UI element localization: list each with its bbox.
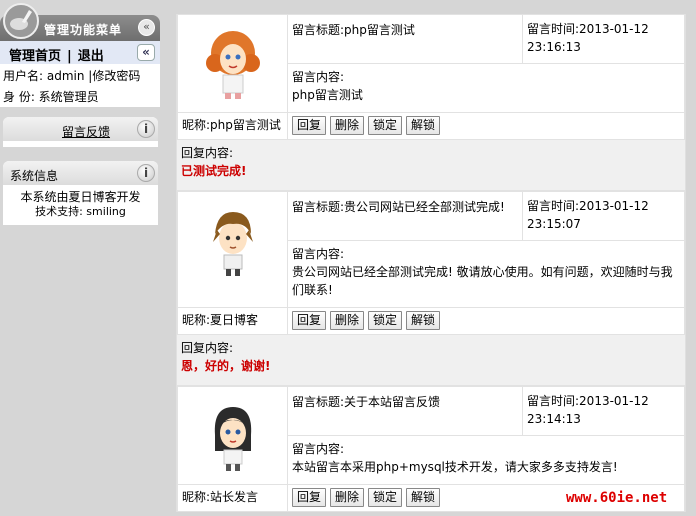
sysinfo-panel-header: 系统信息 i <box>3 161 158 185</box>
sysinfo-title: 系统信息 <box>10 169 59 183</box>
delete-button[interactable]: 删除 <box>330 116 365 135</box>
message-title: 留言标题:关于本站留言反馈 <box>287 386 523 436</box>
message-nickname: 昵称:站长发言 <box>177 484 288 512</box>
avatar-dark-hair-girl <box>192 395 273 475</box>
sidebar: 管理功能菜单 « 管理首页 | 退出 « 用户名: admin |修改密码 身 份:… <box>0 0 160 516</box>
home-row: 管理首页 | 退出 <box>0 41 160 64</box>
sysinfo-panel: 系统信息 i 本系统由夏日博客开发 技术支持: smiling <box>3 161 158 225</box>
message-list: 留言标题:php留言测试 留言时间:2013-01-12 23:16:13 留言… <box>176 14 686 512</box>
message-time: 留言时间:2013-01-12 23:16:13 <box>522 14 685 64</box>
unlock-button[interactable]: 解锁 <box>406 311 441 330</box>
message-actions: 回复 删除 锁定 解锁 <box>287 307 685 335</box>
reply-section: 回复内容: 恩，好的，谢谢! <box>177 335 685 386</box>
message-content-label: 留言内容: <box>292 70 345 84</box>
reply-content: 恩，好的，谢谢! <box>181 359 271 373</box>
lock-button[interactable]: 锁定 <box>368 116 403 135</box>
reply-label: 回复内容: <box>181 146 234 160</box>
lock-button[interactable]: 锁定 <box>368 311 403 330</box>
message-title: 留言标题:贵公司网站已经全部测试完成! <box>287 191 523 241</box>
message-time: 留言时间:2013-01-12 23:15:07 <box>522 191 685 241</box>
delete-button[interactable]: 删除 <box>330 488 365 507</box>
message-nickname: 昵称:夏日博客 <box>177 307 288 335</box>
home-link[interactable]: 管理首页 <box>9 49 61 64</box>
collapse-menu-icon[interactable]: « <box>138 19 155 36</box>
message-entry: 留言标题:贵公司网站已经全部测试完成! 留言时间:2013-01-12 23:1… <box>176 191 686 386</box>
reply-button[interactable]: 回复 <box>292 488 327 507</box>
username-line[interactable]: 用户名: admin |修改密码 <box>3 67 140 84</box>
message-content-label: 留言内容: <box>292 247 345 261</box>
avatar-cell <box>177 191 288 308</box>
logout-link[interactable]: 退出 <box>78 49 104 64</box>
reply-label: 回复内容: <box>181 341 234 355</box>
message-content: 贵公司网站已经全部测试完成! 敬请放心使用。如有问题，欢迎随时与我们联系! <box>292 265 673 297</box>
message-title: 留言标题:php留言测试 <box>287 14 523 64</box>
watermark: www.60ie.net <box>566 490 668 506</box>
feedback-panel-header: 留言反馈 i <box>3 117 158 141</box>
avatar-brown-hair-boy <box>192 200 273 280</box>
message-content-cell: 留言内容: 贵公司网站已经全部测试完成! 敬请放心使用。如有问题，欢迎随时与我们… <box>287 240 685 308</box>
admin-logo-icon <box>3 3 39 39</box>
unlock-button[interactable]: 解锁 <box>406 116 441 135</box>
feedback-panel: 留言反馈 i <box>3 117 158 147</box>
message-time: 留言时间:2013-01-12 23:14:13 <box>522 386 685 436</box>
message-entry: 留言标题:php留言测试 留言时间:2013-01-12 23:16:13 留言… <box>176 14 686 191</box>
unlock-button[interactable]: 解锁 <box>406 488 441 507</box>
reply-button[interactable]: 回复 <box>292 116 327 135</box>
message-content-cell: 留言内容: 本站留言本采用php+mysql技术开发，请大家多多支持发言! <box>287 435 685 485</box>
sysinfo-support: 技术支持: smiling <box>35 205 126 218</box>
link-separator: | <box>67 49 72 64</box>
menu-title: 管理功能菜单 <box>44 23 123 37</box>
avatar-red-hair-girl <box>192 23 273 103</box>
reply-section: 回复内容: 已测试完成! <box>177 140 685 191</box>
back-icon[interactable]: « <box>137 44 155 61</box>
info-icon[interactable]: i <box>137 164 155 182</box>
message-content: 本站留言本采用php+mysql技术开发，请大家多多支持发言! <box>292 460 618 474</box>
reply-content: 已测试完成! <box>181 164 247 178</box>
avatar-cell <box>177 14 288 113</box>
delete-button[interactable]: 删除 <box>330 311 365 330</box>
reply-button[interactable]: 回复 <box>292 311 327 330</box>
message-actions: 回复 删除 锁定 解锁 <box>287 112 685 140</box>
message-content-label: 留言内容: <box>292 442 345 456</box>
feedback-link[interactable]: 留言反馈 <box>62 123 110 140</box>
message-content: php留言测试 <box>292 88 363 102</box>
info-icon[interactable]: i <box>137 120 155 138</box>
message-content-cell: 留言内容: php留言测试 <box>287 63 685 113</box>
message-nickname: 昵称:php留言测试 <box>177 112 288 140</box>
lock-button[interactable]: 锁定 <box>368 488 403 507</box>
role-line: 身 份: 系统管理员 <box>3 90 99 104</box>
avatar-cell <box>177 386 288 485</box>
